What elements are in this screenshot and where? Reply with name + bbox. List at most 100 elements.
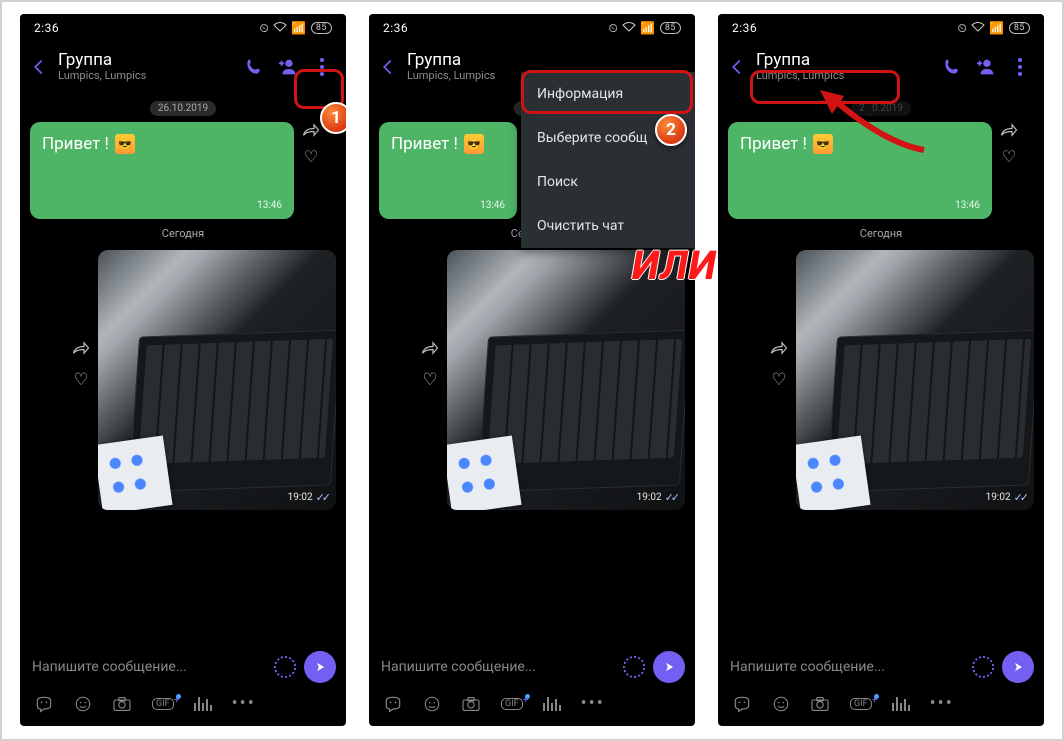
chat-header: Группа Lumpics, Lumpics [718, 42, 1044, 92]
add-member-icon[interactable] [974, 55, 998, 79]
message-input-bar: Напишите сообщение... [718, 643, 1044, 693]
photo-message: ♡ 19:02✓✓ [421, 250, 685, 510]
message-input[interactable]: Напишите сообщение... [730, 659, 964, 675]
photo-thumbnail[interactable]: 19:02 ✓✓ [98, 250, 336, 510]
share-icon[interactable] [421, 340, 439, 360]
call-icon[interactable] [242, 55, 266, 79]
camera-icon[interactable] [112, 696, 132, 712]
smiley-icon[interactable] [772, 695, 790, 713]
message-text: Привет ! [740, 134, 807, 154]
timer-icon[interactable] [274, 656, 296, 678]
sticker-icon[interactable] [732, 695, 752, 713]
timer-icon[interactable] [972, 656, 994, 678]
message-bubble[interactable]: Привет ! 😎 13:46 [379, 122, 517, 219]
chat-title: Группа [407, 52, 687, 70]
message-row: Привет ! 😎 13:46 ♡ [30, 122, 336, 219]
send-button[interactable] [1002, 651, 1034, 683]
audio-icon[interactable] [543, 697, 561, 711]
camera-icon[interactable] [461, 696, 481, 712]
heart-icon[interactable]: ♡ [304, 147, 318, 166]
photo-time: 19:02 [986, 492, 1011, 503]
status-time: 2:36 [34, 21, 59, 35]
gif-icon[interactable]: GIF + [152, 698, 174, 710]
chat-title-block[interactable]: Группа Lumpics, Lumpics [54, 52, 242, 81]
chat-title: Группа [756, 52, 940, 70]
emoji-icon: 😎 [813, 134, 833, 154]
message-input[interactable]: Напишите сообщение... [381, 659, 615, 675]
more-attachments-icon[interactable]: ••• [581, 693, 605, 714]
chat-subtitle: Lumpics, Lumpics [756, 70, 940, 82]
more-attachments-icon[interactable]: ••• [930, 693, 954, 714]
annotation-badge-1: 1 [320, 102, 346, 134]
chat-area: 26.10.2019 Привет ! 😎 13:46 ♡ Сегодня [20, 92, 346, 643]
emoji-icon: 😎 [464, 134, 484, 154]
audio-icon[interactable] [892, 697, 910, 711]
menu-item-search[interactable]: Поиск [521, 160, 695, 204]
back-arrow-icon[interactable] [24, 52, 54, 82]
smiley-icon[interactable] [74, 695, 92, 713]
menu-item-info[interactable]: Информация [521, 72, 695, 116]
more-menu-icon[interactable] [1008, 55, 1032, 79]
chat-subtitle: Lumpics, Lumpics [58, 70, 242, 82]
read-checks-icon: ✓✓ [1014, 491, 1026, 504]
share-icon[interactable] [770, 340, 788, 360]
call-icon[interactable] [940, 55, 964, 79]
heart-icon[interactable]: ♡ [73, 370, 88, 390]
today-label: Сегодня [162, 227, 204, 240]
more-menu-icon[interactable] [310, 55, 334, 79]
heart-icon[interactable]: ♡ [422, 370, 437, 390]
emoji-icon: 😎 [115, 134, 135, 154]
chat-header: Группа Lumpics, Lumpics [20, 42, 346, 92]
back-arrow-icon[interactable] [373, 52, 403, 82]
smiley-icon[interactable] [423, 695, 441, 713]
heart-icon[interactable]: ♡ [1002, 147, 1016, 166]
send-button[interactable] [653, 651, 685, 683]
gif-icon[interactable]: GIF+ [501, 698, 523, 710]
share-icon[interactable] [1000, 122, 1018, 141]
chat-title-block[interactable]: Группа Lumpics, Lumpics [752, 52, 940, 81]
message-bubble[interactable]: Привет ! 😎 13:46 [728, 122, 992, 219]
overflow-menu: Информация Выберите сообщ Поиск Очистить… [521, 72, 695, 248]
screenshot-panel-3: 2:36 ⏲ 📶 85 Группа Lumpics, Lumpics 2 0.… [718, 14, 1044, 726]
sticker-icon[interactable] [383, 695, 403, 713]
more-attachments-icon[interactable]: ••• [232, 693, 256, 714]
message-time: 13:46 [391, 200, 505, 211]
message-bubble[interactable]: Привет ! 😎 13:46 [30, 122, 294, 219]
message-text: Привет ! [391, 134, 458, 154]
battery-indicator: 85 [1009, 22, 1030, 34]
send-button[interactable] [304, 651, 336, 683]
photo-message: ♡ 19:02✓✓ [770, 250, 1034, 510]
alarm-icon: ⏲ [260, 21, 270, 36]
date-pill: 26.10.2019 [150, 101, 216, 116]
message-input[interactable]: Напишите сообщение... [32, 659, 266, 675]
status-bar: 2:36 ⏲ 📶 85 [20, 14, 346, 42]
timer-icon[interactable] [623, 656, 645, 678]
chat-title: Группа [58, 52, 242, 70]
status-time: 2:36 [383, 21, 408, 35]
wifi-icon [622, 21, 636, 35]
photo-time: 19:02 [637, 492, 662, 503]
message-input-bar: Напишите сообщение... [20, 643, 346, 693]
annotation-badge-2: 2 [655, 114, 687, 146]
photo-thumbnail[interactable]: 19:02✓✓ [447, 250, 685, 510]
photo-thumbnail[interactable]: 19:02✓✓ [796, 250, 1034, 510]
back-arrow-icon[interactable] [722, 52, 752, 82]
battery-indicator: 85 [311, 22, 332, 34]
wifi-icon [273, 21, 287, 35]
read-checks-icon: ✓✓ [316, 491, 328, 504]
date-pill: 2 0.2019 [851, 101, 911, 116]
share-icon[interactable] [302, 122, 320, 141]
gif-icon[interactable]: GIF+ [850, 698, 872, 710]
heart-icon[interactable]: ♡ [771, 370, 786, 390]
read-checks-icon: ✓✓ [665, 491, 677, 504]
add-member-icon[interactable] [276, 55, 300, 79]
chat-area: 2 0.2019 Привет ! 😎 13:46 ♡ Сегодня ♡ [718, 92, 1044, 643]
sticker-icon[interactable] [34, 695, 54, 713]
signal-icon: 📶 [640, 21, 655, 35]
share-icon[interactable] [72, 340, 90, 360]
audio-icon[interactable] [194, 697, 212, 711]
message-row: Привет ! 😎 13:46 ♡ [728, 122, 1034, 219]
camera-icon[interactable] [810, 696, 830, 712]
attachment-toolbar: GIF + ••• [20, 693, 346, 726]
today-label: Сегодня [860, 227, 902, 240]
